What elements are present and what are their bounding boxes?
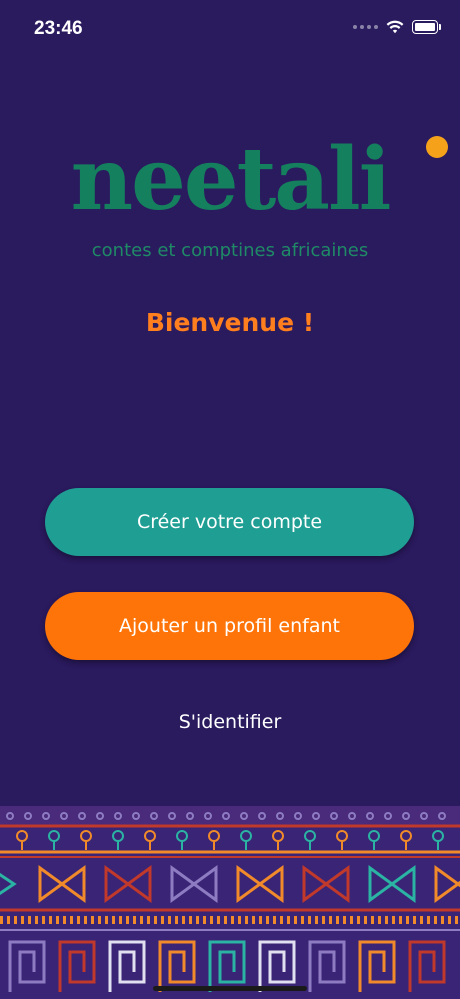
brand-logo: neetali [0,132,460,228]
add-child-profile-button[interactable]: Ajouter un profil enfant [45,592,414,660]
african-pattern-decoration [0,806,460,999]
signal-dots-icon [353,25,378,29]
create-account-button[interactable]: Créer votre compte [45,488,414,556]
home-indicator[interactable] [153,986,307,991]
status-bar: 23:46 [0,0,460,58]
login-link[interactable]: S'identifier [0,711,460,733]
logo-dot-icon [426,136,448,158]
welcome-title: Bienvenue ! [145,308,315,337]
status-time: 23:46 [34,18,83,39]
status-icons [353,20,441,34]
brand-tagline: contes et comptines africaines [91,240,369,261]
battery-icon [412,20,441,34]
brand-name: neetali [70,129,392,230]
wifi-icon [386,20,404,34]
